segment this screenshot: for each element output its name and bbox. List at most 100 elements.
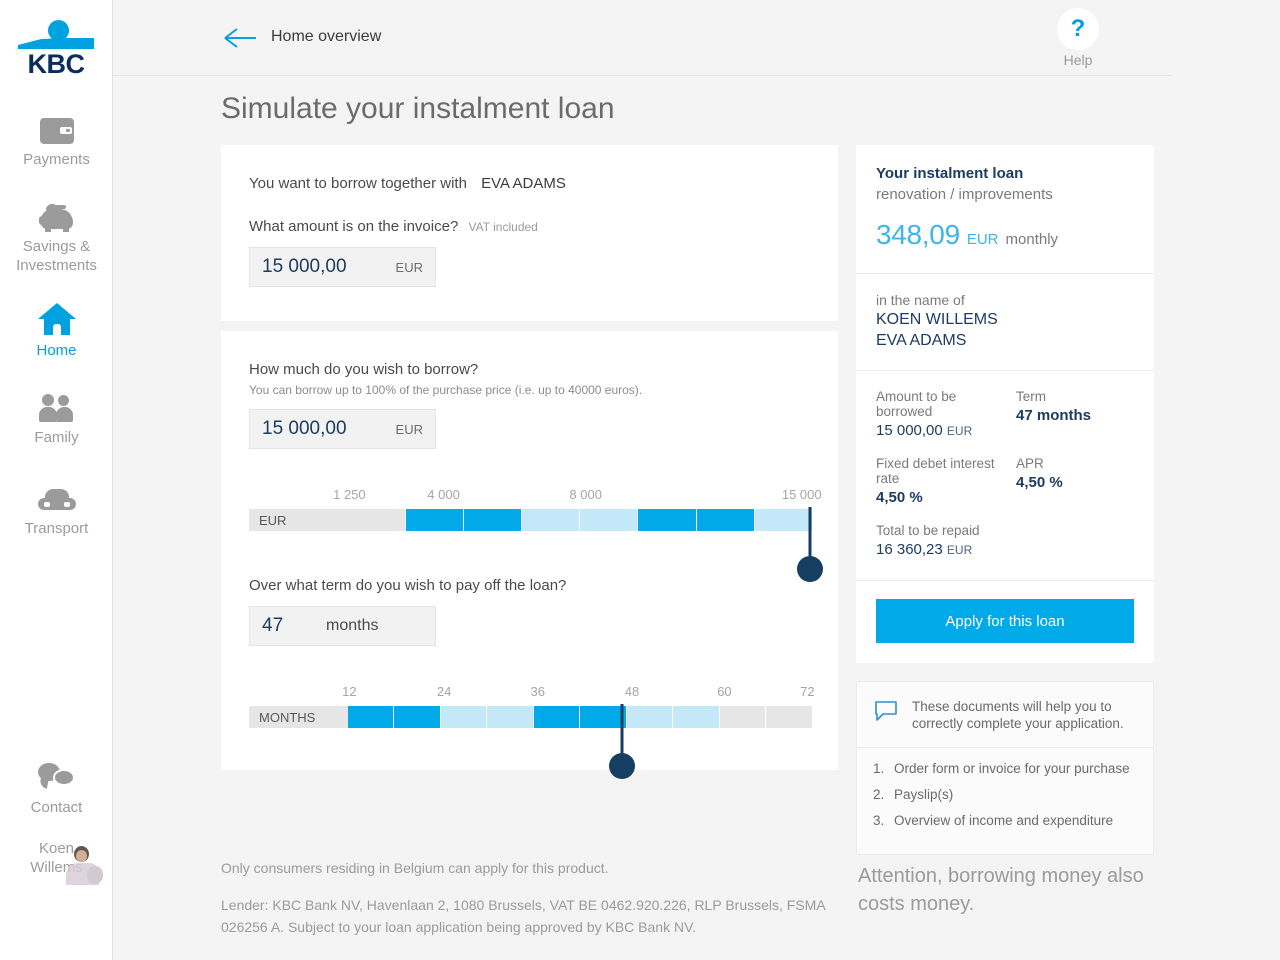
attention-note: Attention, borrowing money also costs mo… — [858, 865, 1144, 915]
term-slider-segment[interactable] — [766, 706, 813, 728]
sidebar-item-label: Transport — [24, 520, 89, 537]
invoice-amount-currency: EUR — [395, 259, 423, 275]
house-icon — [0, 299, 113, 335]
term-slider-segment[interactable] — [719, 706, 767, 728]
amount-slider-segment[interactable] — [522, 509, 581, 531]
term-col: Term 47 months — [1016, 389, 1134, 439]
sidebar-item-home[interactable]: Home — [0, 299, 113, 360]
back-arrow-icon[interactable] — [223, 27, 257, 49]
amount-slider-segment[interactable] — [347, 509, 406, 531]
vat-note: VAT included — [468, 220, 538, 234]
sidebar-user-profile[interactable]: Koen Willems — [0, 839, 113, 885]
summary-purpose: renovation / improvements — [876, 186, 1053, 203]
monthly-suffix: monthly — [1005, 231, 1059, 248]
total-label: Total to be repaid — [876, 523, 980, 538]
documents-list: Order form or invoice for your purchase P… — [857, 748, 1153, 854]
piggy-bank-icon — [0, 195, 113, 232]
invoice-card: You want to borrow together with EVA ADA… — [221, 145, 838, 321]
term-slider-track[interactable]: MONTHS — [249, 706, 813, 728]
amount-col: Amount to be borrowed 15 000,00 EUR — [876, 389, 1016, 439]
term-slider-handle[interactable] — [609, 753, 636, 779]
amount-slider-tick: 1 250 — [333, 487, 366, 502]
help-button[interactable]: ? Help — [1032, 8, 1124, 68]
sidebar-item-label: Savings & Investments — [16, 238, 97, 274]
amount-borrowed-value: 15 000,00 EUR — [876, 422, 1016, 439]
monthly-amount-row: 348,09 EUR monthly — [876, 219, 1134, 251]
documents-header: These documents will help you to correct… — [857, 682, 1153, 748]
amount-slider-unit-label: EUR — [249, 509, 348, 531]
invoice-amount-question: What amount is on the invoice? VAT inclu… — [249, 218, 810, 235]
apply-for-loan-button[interactable]: Apply for this loan — [876, 599, 1134, 643]
sidebar-item-contact[interactable]: Contact — [0, 756, 113, 817]
sidebar-item-savings-investments[interactable]: Savings & Investments — [0, 195, 113, 275]
term-slider-tick: 72 — [800, 684, 815, 699]
borrow-amount-value: 15 000,00 — [262, 418, 347, 439]
term-detail-value: 47 months — [1016, 407, 1092, 424]
document-list-item: Order form or invoice for your purchase — [894, 761, 1130, 776]
amount-slider-segment[interactable] — [638, 509, 697, 531]
term-slider-segment[interactable] — [347, 706, 395, 728]
term-question: Over what term do you wish to pay off th… — [249, 577, 567, 594]
sidebar-item-label: Payments — [23, 151, 90, 168]
sidebar-item-family[interactable]: Family — [0, 386, 113, 447]
amount-slider-track[interactable]: EUR — [249, 509, 813, 531]
logo-text: KBC — [27, 49, 86, 79]
amount-slider-segment[interactable] — [580, 509, 639, 531]
left-column: You want to borrow together with EVA ADA… — [221, 145, 838, 855]
kbc-logo[interactable]: KBC — [14, 18, 98, 80]
term-slider[interactable]: 12 24 36 48 60 72 MONTHS — [249, 684, 815, 779]
borrow-amount-input[interactable]: 15 000,00 EUR — [249, 409, 436, 449]
summary-names: in the name of KOEN WILLEMS EVA ADAMS — [856, 274, 1154, 371]
amount-slider-handle[interactable] — [797, 556, 824, 582]
residency-note: Only consumers residing in Belgium can a… — [221, 860, 609, 876]
amount-slider-segment[interactable] — [464, 509, 523, 531]
co-borrower-name: EVA ADAMS — [481, 175, 566, 192]
app-root: KBC Payments Savings & Investments Home — [0, 0, 1280, 960]
term-slider-segment[interactable] — [533, 706, 581, 728]
breadcrumb[interactable]: Home overview — [271, 28, 381, 46]
logo-wave-icon — [18, 38, 94, 49]
user-first-name: Koen — [38, 840, 75, 857]
right-column: Your instalment loan renovation / improv… — [856, 145, 1154, 855]
term-value: 47 — [262, 615, 284, 636]
document-list-item: Overview of income and expenditure — [894, 813, 1114, 828]
rate-value: 4,50 % — [876, 489, 923, 506]
amount-slider[interactable]: 1 250 4 000 8 000 15 000 EUR — [249, 487, 824, 582]
term-input[interactable]: 47 months — [249, 606, 436, 646]
amount-slider-segment[interactable] — [696, 509, 755, 531]
invoice-amount-input[interactable]: 15 000,00 EUR — [249, 247, 436, 287]
monthly-amount: 348,09 — [876, 219, 960, 250]
sidebar-item-payments[interactable]: Payments — [0, 108, 113, 169]
borrow-with-label: You want to borrow together with — [249, 175, 467, 192]
apply-section: Apply for this loan — [856, 581, 1154, 663]
term-slider-segment[interactable] — [626, 706, 674, 728]
term-slider-segment[interactable] — [394, 706, 441, 728]
borrow-question: How much do you wish to borrow? — [249, 361, 479, 378]
main-area: Home overview ? Help Simulate your insta… — [113, 0, 1280, 960]
amount-slider-tick: 15 000 — [781, 487, 822, 502]
documents-intro: These documents will help you to correct… — [912, 699, 1124, 731]
apr-col: APR 4,50 % — [1016, 456, 1134, 506]
co-borrower-row: You want to borrow together with EVA ADA… — [249, 175, 810, 192]
logo-dot-icon — [48, 20, 69, 41]
borrow-note: You can borrow up to 100% of the purchas… — [249, 383, 643, 397]
term-slider-segment[interactable] — [580, 706, 627, 728]
amount-slider-segment[interactable] — [405, 509, 464, 531]
total-currency: EUR — [946, 543, 973, 557]
term-slider-tick: 48 — [624, 684, 640, 699]
term-slider-tick: 60 — [717, 684, 732, 699]
lender-note: Lender: KBC Bank NV, Havenlaan 2, 1080 B… — [221, 897, 825, 935]
invoice-amount-value: 15 000,00 — [262, 256, 347, 277]
term-slider-segment[interactable] — [440, 706, 488, 728]
footnotes: Only consumers residing in Belgium can a… — [221, 860, 841, 938]
term-slider-segment[interactable] — [673, 706, 720, 728]
help-label: Help — [1063, 52, 1093, 68]
amount-slider-segment[interactable] — [754, 509, 813, 531]
amount-borrowed-label: Amount to be borrowed — [876, 389, 957, 419]
term-slider-tick: 36 — [530, 684, 545, 699]
term-slider-segment[interactable] — [487, 706, 534, 728]
question-mark-icon: ? — [1057, 8, 1099, 50]
sidebar-item-label: Family — [34, 429, 79, 446]
family-icon — [0, 386, 113, 422]
sidebar-item-transport[interactable]: Transport — [0, 477, 113, 538]
